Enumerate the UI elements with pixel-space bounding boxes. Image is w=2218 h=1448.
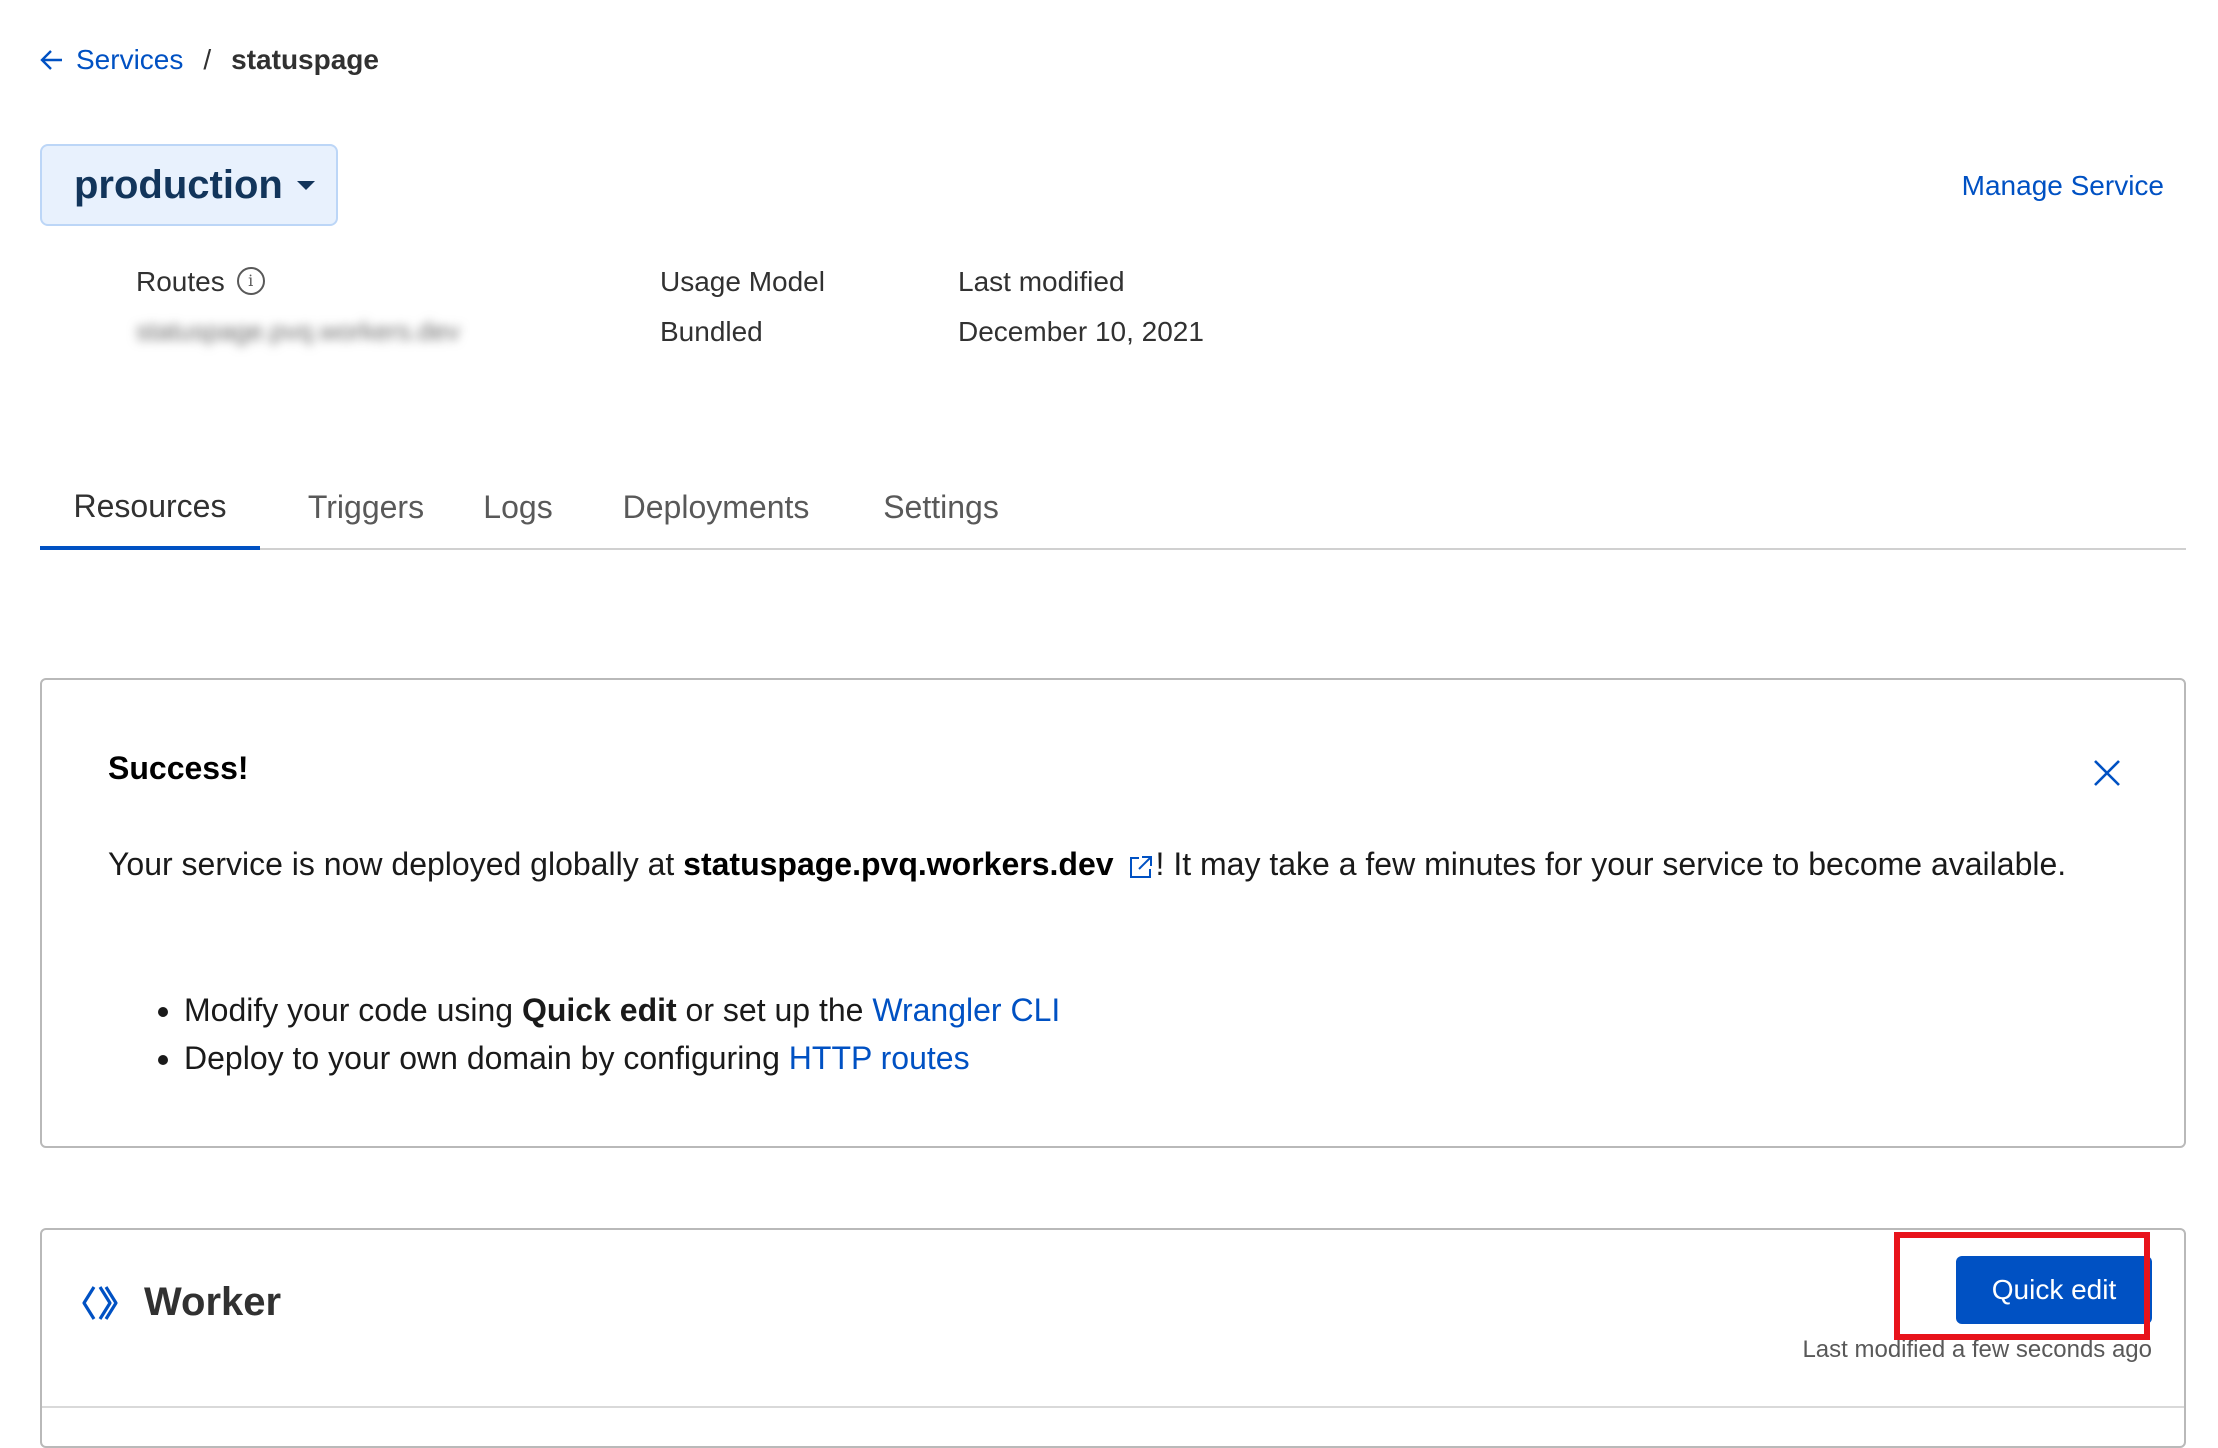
alert-tips-list: Modify your code using Quick edit or set… bbox=[148, 986, 1060, 1082]
worker-title: Worker bbox=[144, 1280, 282, 1324]
highlight-box bbox=[1894, 1232, 2150, 1340]
tip-text: Deploy to your own domain by configuring bbox=[184, 1040, 789, 1076]
routes-label-group: Routes i bbox=[136, 266, 265, 298]
breadcrumb: Services / statuspage bbox=[40, 40, 379, 80]
alert-title: Success! bbox=[108, 750, 249, 786]
manage-service-link[interactable]: Manage Service bbox=[1962, 170, 2164, 202]
tip-text-middle: or set up the bbox=[676, 992, 873, 1028]
caret-down-icon bbox=[296, 180, 315, 190]
success-alert: Success! Your service is now deployed gl… bbox=[40, 678, 2186, 1148]
info-icon[interactable]: i bbox=[236, 266, 265, 295]
routes-value[interactable]: statuspage.pvq.workers.dev bbox=[136, 316, 530, 350]
breadcrumb-services-link[interactable]: Services bbox=[40, 44, 183, 76]
worker-heading: Worker bbox=[80, 1280, 281, 1325]
environment-dropdown[interactable]: production bbox=[40, 144, 338, 226]
last-modified-value: December 10, 2021 bbox=[958, 316, 1204, 347]
http-routes-link[interactable]: HTTP routes bbox=[789, 1040, 970, 1076]
alert-text-before: Your service is now deployed globally at bbox=[108, 846, 684, 882]
last-modified-label: Last modified bbox=[958, 266, 1125, 297]
usage-model-value: Bundled bbox=[660, 316, 763, 347]
close-icon[interactable] bbox=[2092, 758, 2122, 788]
card-divider bbox=[42, 1406, 2184, 1408]
breadcrumb-current: statuspage bbox=[231, 44, 379, 75]
list-item: Deploy to your own domain by configuring… bbox=[184, 1034, 1060, 1082]
worker-last-modified: Last modified a few seconds ago bbox=[1802, 1336, 2152, 1363]
worker-chevrons-icon bbox=[82, 1285, 118, 1320]
deployed-domain: statuspage.pvq.workers.dev bbox=[683, 846, 1114, 882]
alert-text-after: ! It may take a few minutes for your ser… bbox=[1155, 846, 2067, 882]
routes-label: Routes bbox=[136, 266, 225, 297]
alert-message: Your service is now deployed globally at… bbox=[108, 840, 2068, 888]
service-page: Services / statuspage production Manage … bbox=[0, 0, 2218, 1448]
external-link-icon[interactable] bbox=[1128, 854, 1154, 880]
list-item: Modify your code using Quick edit or set… bbox=[184, 986, 1060, 1034]
worker-card: Worker Quick edit Last modified a few se… bbox=[40, 1228, 2186, 1448]
tab-logs[interactable]: Logs bbox=[464, 466, 572, 548]
breadcrumb-services-label: Services bbox=[76, 44, 184, 75]
wrangler-cli-link[interactable]: Wrangler CLI bbox=[872, 992, 1060, 1028]
breadcrumb-separator: / bbox=[203, 44, 212, 75]
tab-deployments[interactable]: Deployments bbox=[600, 466, 832, 548]
tip-bold: Quick edit bbox=[521, 992, 677, 1028]
environment-label: production bbox=[74, 162, 283, 207]
tab-triggers[interactable]: Triggers bbox=[288, 466, 444, 548]
arrow-left-icon bbox=[40, 50, 62, 70]
tip-text: Modify your code using bbox=[184, 992, 522, 1028]
tab-settings[interactable]: Settings bbox=[858, 466, 1024, 548]
usage-model-label: Usage Model bbox=[660, 266, 825, 297]
tab-resources[interactable]: Resources bbox=[40, 466, 260, 550]
tab-bar: Resources Triggers Logs Deployments Sett… bbox=[40, 466, 2186, 550]
